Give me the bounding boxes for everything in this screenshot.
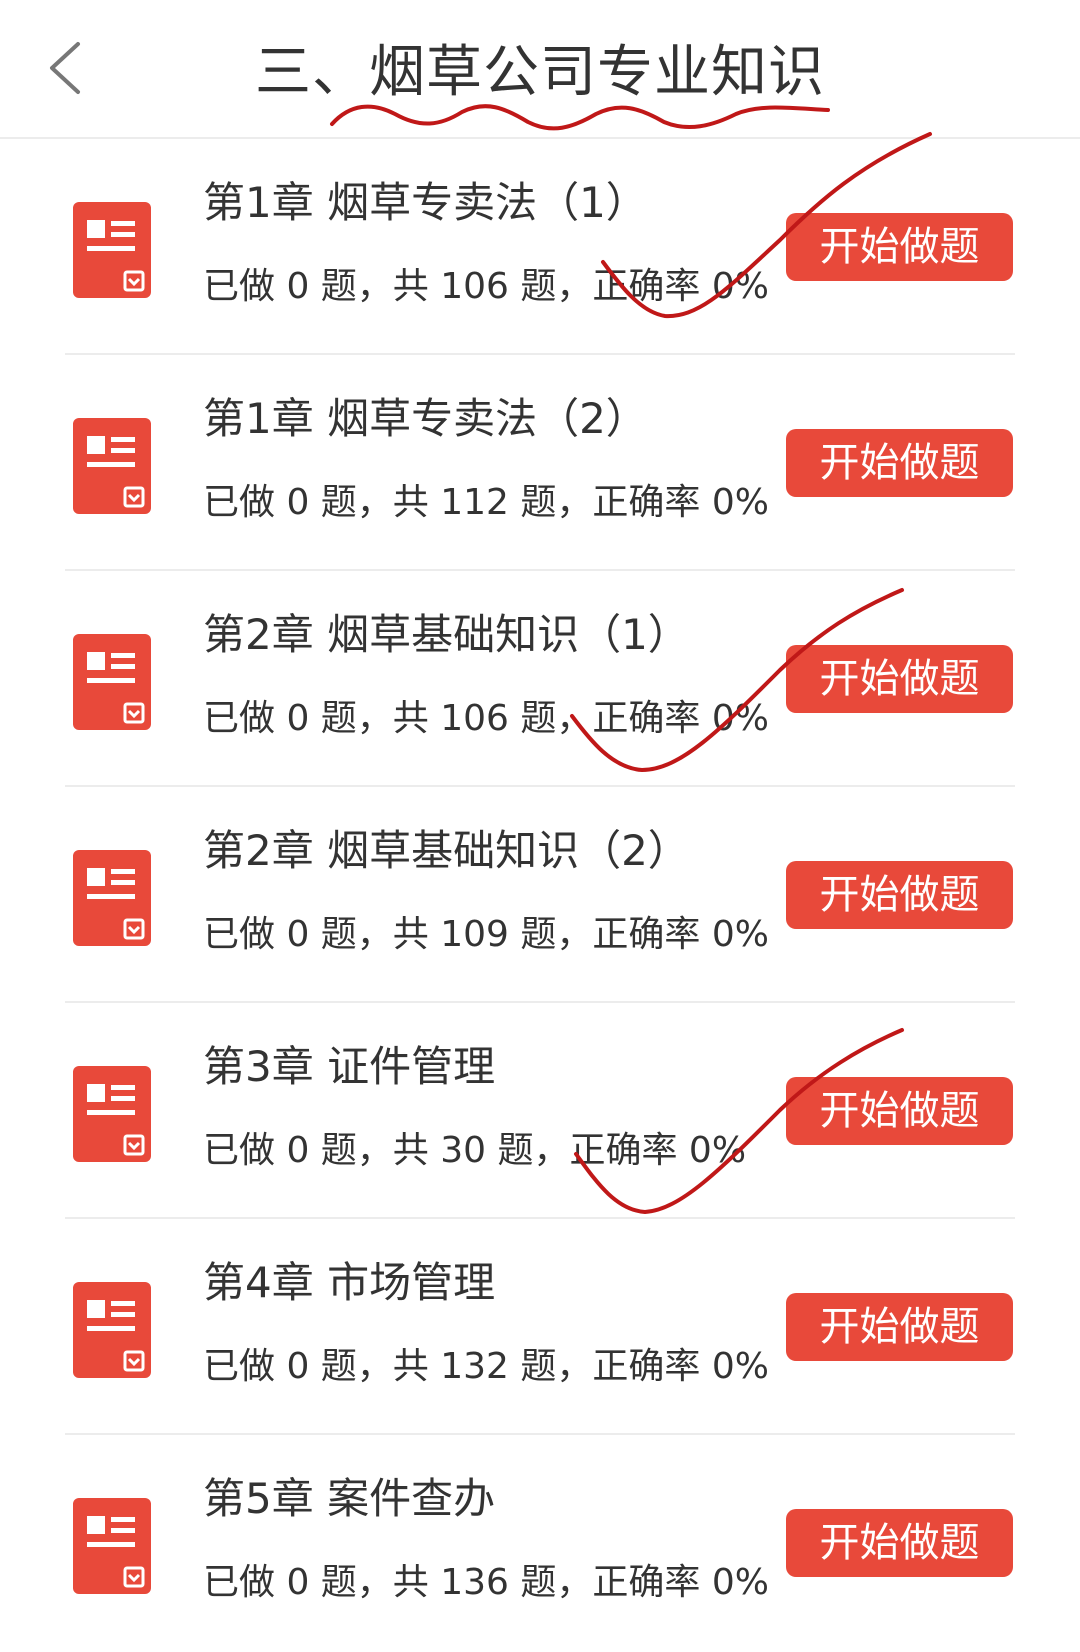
start-button[interactable]: 开始做题 [786, 213, 1013, 281]
start-button[interactable]: 开始做题 [786, 1293, 1013, 1361]
document-icon [73, 1498, 151, 1594]
chapter-title: 第2章 烟草基础知识（1） [203, 610, 690, 659]
chapter-title: 第1章 烟草专卖法（1） [203, 178, 648, 227]
list-item: 第5章 案件查办 已做 0 题，共 136 题，正确率 0% 开始做题 [0, 1435, 1080, 1651]
chapter-title: 第5章 案件查办 [203, 1474, 496, 1523]
list-item: 第1章 烟草专卖法（1） 已做 0 题，共 106 题，正确率 0% 开始做题 [0, 139, 1080, 355]
chapter-stats: 已做 0 题，共 106 题，正确率 0% [203, 698, 769, 739]
list-item: 第2章 烟草基础知识（1） 已做 0 题，共 106 题，正确率 0% 开始做题 [0, 571, 1080, 787]
start-button[interactable]: 开始做题 [786, 1509, 1013, 1577]
chapter-stats: 已做 0 题，共 109 题，正确率 0% [203, 914, 769, 955]
chapter-title: 第2章 烟草基础知识（2） [203, 826, 690, 875]
page-title: 三、烟草公司专业知识 [255, 40, 825, 105]
chapter-stats: 已做 0 题，共 136 题，正确率 0% [203, 1562, 769, 1603]
chapter-title: 第4章 市场管理 [203, 1258, 496, 1307]
list-item: 第1章 烟草专卖法（2） 已做 0 题，共 112 题，正确率 0% 开始做题 [0, 355, 1080, 571]
list-item: 第2章 烟草基础知识（2） 已做 0 题，共 109 题，正确率 0% 开始做题 [0, 787, 1080, 1003]
chapter-stats: 已做 0 题，共 132 题，正确率 0% [203, 1346, 769, 1387]
chapter-stats: 已做 0 题，共 112 题，正确率 0% [203, 482, 769, 523]
chapter-stats: 已做 0 题，共 106 题，正确率 0% [203, 266, 769, 307]
chapter-title: 第3章 证件管理 [203, 1042, 496, 1091]
start-button[interactable]: 开始做题 [786, 645, 1013, 713]
chapter-title: 第1章 烟草专卖法（2） [203, 394, 648, 443]
list-item: 第3章 证件管理 已做 0 题，共 30 题，正确率 0% 开始做题 [0, 1003, 1080, 1219]
document-icon [73, 202, 151, 298]
start-button[interactable]: 开始做题 [786, 429, 1013, 497]
document-icon [73, 1282, 151, 1378]
document-icon [73, 850, 151, 946]
chapter-list: 第1章 烟草专卖法（1） 已做 0 题，共 106 题，正确率 0% 开始做题 … [0, 139, 1080, 1651]
header-bar: 三、烟草公司专业知识 [0, 0, 1080, 139]
start-button[interactable]: 开始做题 [786, 1077, 1013, 1145]
list-item: 第4章 市场管理 已做 0 题，共 132 题，正确率 0% 开始做题 [0, 1219, 1080, 1435]
document-icon [73, 634, 151, 730]
document-icon [73, 418, 151, 514]
document-icon [73, 1066, 151, 1162]
chapter-stats: 已做 0 题，共 30 题，正确率 0% [203, 1130, 747, 1171]
start-button[interactable]: 开始做题 [786, 861, 1013, 929]
